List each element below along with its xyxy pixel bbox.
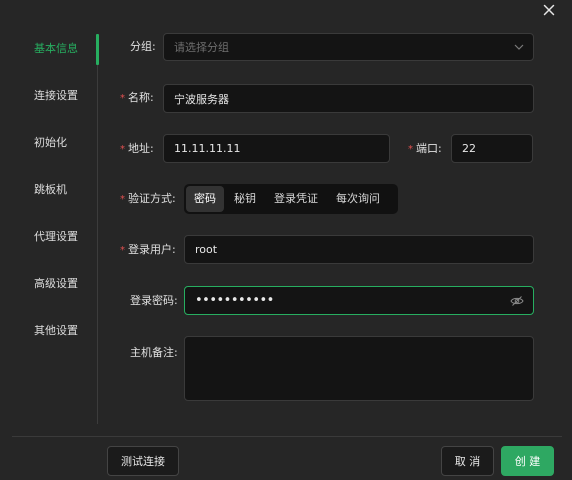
- auth-option-credential[interactable]: 登录凭证: [266, 186, 326, 212]
- group-label: 分组:: [130, 40, 156, 53]
- address-input[interactable]: 11.11.11.11: [163, 134, 390, 163]
- auth-option-key[interactable]: 秘钥: [226, 186, 264, 212]
- address-label: * 地址:: [120, 141, 154, 157]
- test-connection-button[interactable]: 测试连接: [107, 446, 179, 476]
- username-label: * 登录用户:: [120, 242, 176, 258]
- group-placeholder: 请选择分组: [174, 41, 229, 54]
- address-value: 11.11.11.11: [174, 142, 241, 155]
- sidebar-item-advanced-settings[interactable]: 高级设置: [34, 276, 78, 292]
- name-value: 宁波服务器: [174, 92, 229, 106]
- required-mark: *: [120, 194, 125, 205]
- password-label: 登录密码:: [130, 294, 178, 307]
- sidebar-item-initialization[interactable]: 初始化: [34, 135, 67, 151]
- auth-method-label: * 验证方式:: [120, 191, 176, 207]
- footer-divider: [12, 436, 562, 437]
- address-label-text: 地址:: [128, 142, 154, 155]
- sidebar-item-other-settings[interactable]: 其他设置: [34, 323, 78, 339]
- required-mark: *: [120, 93, 125, 104]
- cancel-button[interactable]: 取 消: [441, 446, 494, 476]
- username-value: root: [195, 243, 218, 256]
- sidebar-divider: [97, 34, 98, 424]
- password-value: •••••••••••: [195, 293, 274, 308]
- port-input[interactable]: 22: [451, 134, 533, 163]
- sidebar-item-proxy-settings[interactable]: 代理设置: [34, 229, 78, 245]
- port-label: * 端口:: [408, 141, 442, 157]
- eye-off-icon[interactable]: [510, 295, 524, 307]
- auth-method-label-text: 验证方式:: [128, 192, 176, 205]
- remark-textarea[interactable]: [184, 336, 534, 401]
- required-mark: *: [120, 144, 125, 155]
- remark-label: 主机备注:: [130, 346, 178, 359]
- create-button[interactable]: 创 建: [501, 446, 554, 476]
- auth-option-ask-each-time[interactable]: 每次询问: [328, 186, 388, 212]
- sidebar-item-connection-settings[interactable]: 连接设置: [34, 88, 78, 104]
- username-input[interactable]: root: [184, 235, 534, 264]
- close-icon: [543, 4, 555, 16]
- name-input[interactable]: 宁波服务器: [163, 84, 534, 113]
- password-input[interactable]: •••••••••••: [184, 286, 534, 315]
- new-host-dialog: 基本信息 连接设置 初始化 跳板机 代理设置 高级设置 其他设置 分组: 请选择…: [0, 0, 572, 480]
- name-label: * 名称:: [120, 90, 154, 106]
- settings-sidebar: 基本信息 连接设置 初始化 跳板机 代理设置 高级设置 其他设置: [0, 0, 99, 424]
- active-nav-indicator: [96, 34, 99, 65]
- sidebar-item-basic-info[interactable]: 基本信息: [34, 41, 78, 57]
- close-button[interactable]: [540, 1, 558, 19]
- username-label-text: 登录用户:: [128, 243, 176, 256]
- port-label-text: 端口:: [416, 142, 442, 155]
- required-mark: *: [408, 144, 413, 155]
- required-mark: *: [120, 245, 125, 256]
- auth-option-password[interactable]: 密码: [186, 186, 224, 212]
- chevron-down-icon: [514, 44, 524, 50]
- group-select[interactable]: 请选择分组: [163, 33, 534, 61]
- auth-method-segmented: 密码 秘钥 登录凭证 每次询问: [184, 184, 398, 214]
- name-label-text: 名称:: [128, 91, 154, 104]
- port-value: 22: [462, 142, 476, 155]
- sidebar-item-jump-host[interactable]: 跳板机: [34, 182, 67, 198]
